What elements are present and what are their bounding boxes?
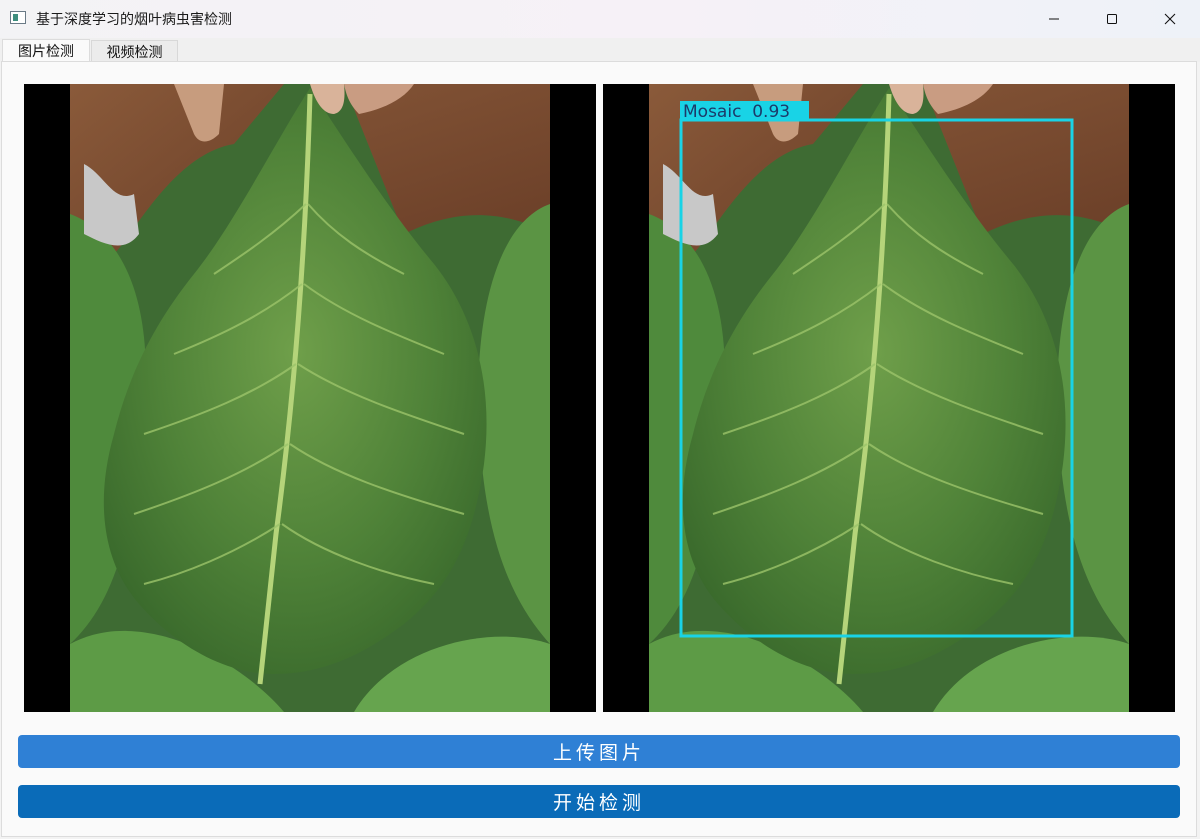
original-image-view	[24, 84, 596, 712]
start-detection-button[interactable]: 开始检测	[18, 785, 1180, 818]
window-title: 基于深度学习的烟叶病虫害检测	[36, 12, 232, 28]
upload-image-button[interactable]: 上传图片	[18, 735, 1180, 768]
tab-image-detection[interactable]: 图片检测	[2, 39, 90, 62]
detection-label: Mosaic 0.93	[683, 102, 790, 122]
tab-bar: 图片检测 视频检测	[0, 38, 1200, 62]
leaf-photo-original	[24, 84, 596, 712]
title-bar: 基于深度学习的烟叶病虫害检测	[0, 0, 1200, 38]
leaf-photo-result: Mosaic 0.93	[603, 84, 1175, 712]
result-image-view: Mosaic 0.93	[603, 84, 1175, 712]
tab-video-detection[interactable]: 视频检测	[91, 40, 178, 62]
close-icon	[1164, 13, 1176, 25]
minimize-icon	[1049, 18, 1059, 20]
close-button[interactable]	[1141, 0, 1199, 38]
app-icon	[10, 11, 26, 24]
maximize-icon	[1107, 14, 1117, 24]
maximize-button[interactable]	[1083, 0, 1141, 38]
minimize-button[interactable]	[1025, 0, 1083, 38]
